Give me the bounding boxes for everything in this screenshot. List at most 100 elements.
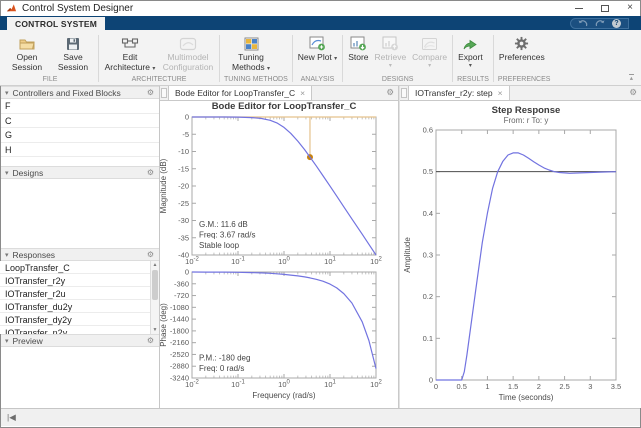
list-item[interactable]: IOTransfer_dy2y	[0, 313, 150, 326]
svg-text:P.M.: -180 deg: P.M.: -180 deg	[199, 354, 250, 363]
collapse-ribbon-icon[interactable]: ▴	[629, 74, 634, 82]
step-tab-strip: IOTransfer_r2y: step × ⚙	[400, 86, 641, 101]
tab-label: IOTransfer_r2y: step	[415, 88, 493, 98]
button-label: Edit Architecture	[105, 52, 150, 72]
dock-panels-icon[interactable]: |◀	[7, 412, 16, 423]
panel-collapse-icon[interactable]: ▾	[5, 251, 9, 259]
matlab-logo-icon	[6, 3, 17, 14]
scrollbar[interactable]: ▲ ▼	[150, 261, 159, 334]
gear-icon[interactable]: ⚙	[147, 251, 154, 259]
gear-icon[interactable]: ⚙	[147, 89, 154, 97]
preferences-button[interactable]: Preferences	[496, 32, 548, 63]
document-tile-icon[interactable]	[161, 88, 167, 98]
list-item[interactable]: LoopTransfer_C	[0, 261, 150, 274]
responses-list: LoopTransfer_C IOTransfer_r2y IOTransfer…	[0, 261, 159, 334]
panel-collapse-icon[interactable]: ▾	[5, 89, 9, 97]
retrieve-button[interactable]: Retrieve ▾	[372, 32, 410, 69]
designs-list	[0, 179, 159, 248]
panel-header-responses[interactable]: ▾ Responses ⚙	[0, 248, 159, 261]
panel-header-preview[interactable]: ▾ Preview ⚙	[0, 334, 159, 347]
svg-text:0.4: 0.4	[423, 209, 433, 218]
dropdown-icon: ▾	[152, 66, 155, 72]
export-icon	[462, 34, 478, 53]
gear-icon[interactable]: ⚙	[147, 337, 154, 345]
button-label: Open Session	[12, 52, 42, 72]
svg-text:-2160: -2160	[170, 338, 189, 347]
list-item[interactable]: C	[0, 114, 159, 129]
dropdown-icon: ▾	[428, 63, 431, 69]
svg-text:0.5: 0.5	[456, 382, 466, 391]
step-response-plot[interactable]: 00.511.522.533.500.10.20.30.40.50.6Step …	[400, 101, 638, 408]
maximize-icon[interactable]	[601, 5, 609, 12]
list-item[interactable]: IOTransfer_r2y	[0, 274, 150, 287]
list-item[interactable]: IOTransfer_n2y	[0, 326, 150, 334]
svg-text:3: 3	[588, 382, 592, 391]
tab-label: Bode Editor for LoopTransfer_C	[175, 88, 295, 98]
ribbon-group-tuning-methods: Tuning Methods ▾ TUNING METHODS	[220, 32, 292, 85]
window-title: Control System Designer	[22, 3, 133, 14]
tuning-methods-button[interactable]: Tuning Methods ▾	[222, 32, 280, 72]
list-item[interactable]: F	[0, 99, 159, 114]
tuning-methods-icon	[244, 34, 259, 53]
ribbon-group-file: Open Session Save Session FILE	[2, 32, 98, 85]
redo-icon[interactable]	[595, 19, 605, 27]
panel-collapse-icon[interactable]: ▾	[5, 169, 9, 177]
list-item[interactable]: H	[0, 143, 159, 158]
scrollbar-thumb[interactable]	[152, 270, 158, 300]
panel-title: Designs	[13, 168, 44, 178]
quick-access-toolbar: ?	[570, 18, 629, 29]
help-icon[interactable]: ?	[612, 19, 621, 28]
group-label-designs: DESIGNS	[345, 76, 450, 85]
tab-step-response[interactable]: IOTransfer_r2y: step ×	[408, 86, 510, 100]
multimodel-configuration-button[interactable]: Multimodel Configuration	[159, 32, 217, 72]
scroll-up-icon[interactable]: ▲	[153, 261, 158, 269]
svg-text:From: r To: y: From: r To: y	[504, 116, 549, 125]
export-button[interactable]: Export ▾	[455, 32, 486, 69]
compare-button[interactable]: Compare ▾	[409, 32, 450, 69]
svg-text:Frequency (rad/s): Frequency (rad/s)	[252, 391, 315, 400]
undo-icon[interactable]	[578, 19, 588, 27]
edit-architecture-button[interactable]: Edit Architecture ▾	[101, 32, 159, 72]
close-icon[interactable]: ×	[627, 3, 633, 13]
tab-close-icon[interactable]: ×	[498, 88, 503, 98]
gear-icon[interactable]: ⚙	[382, 86, 398, 100]
group-label-file: FILE	[4, 76, 96, 85]
group-label-architecture: ARCHITECTURE	[101, 76, 217, 85]
button-label: Tuning Methods	[232, 52, 265, 72]
new-plot-button[interactable]: New Plot ▾	[295, 32, 340, 63]
step-response-pane: IOTransfer_r2y: step × ⚙ 00.511.522.533.…	[400, 86, 641, 408]
svg-text:0.3: 0.3	[423, 251, 433, 260]
status-bar: |◀	[0, 408, 641, 426]
list-item[interactable]: G	[0, 128, 159, 143]
tab-close-icon[interactable]: ×	[300, 88, 305, 98]
svg-text:0.2: 0.2	[423, 292, 433, 301]
panel-collapse-icon[interactable]: ▾	[5, 337, 9, 345]
svg-text:102: 102	[370, 380, 382, 390]
save-disk-icon	[66, 34, 80, 53]
list-item[interactable]: IOTransfer_r2u	[0, 287, 150, 300]
bode-phase-plot[interactable]: 10-210-11001011020-360-720-1080-1440-180…	[160, 101, 398, 408]
tab-control-system[interactable]: CONTROL SYSTEM	[7, 17, 105, 30]
open-session-button[interactable]: Open Session	[4, 32, 50, 72]
panel-title: Responses	[13, 250, 56, 260]
svg-text:2: 2	[537, 382, 541, 391]
minimize-icon[interactable]	[575, 8, 583, 9]
list-item[interactable]: IOTransfer_du2y	[0, 300, 150, 313]
panel-header-controllers[interactable]: ▾ Controllers and Fixed Blocks ⚙	[0, 86, 159, 99]
gear-icon[interactable]: ⚙	[625, 86, 641, 100]
panel-title: Preview	[13, 336, 43, 346]
svg-text:100: 100	[278, 380, 290, 390]
bode-tab-strip: Bode Editor for LoopTransfer_C × ⚙	[160, 86, 398, 101]
tab-bode-editor[interactable]: Bode Editor for LoopTransfer_C ×	[168, 86, 312, 100]
scroll-down-icon[interactable]: ▼	[153, 326, 158, 334]
group-label-results: RESULTS	[455, 76, 491, 85]
svg-text:-2520: -2520	[170, 350, 189, 359]
multimodel-configuration-icon	[179, 34, 197, 53]
ribbon-group-designs: Store Retrieve ▾ Compare ▾ DESIGNS	[343, 32, 452, 85]
document-tile-icon[interactable]	[401, 88, 407, 98]
store-button[interactable]: Store	[345, 32, 371, 63]
svg-text:-2880: -2880	[170, 362, 189, 371]
gear-icon[interactable]: ⚙	[147, 169, 154, 177]
panel-header-designs[interactable]: ▾ Designs ⚙	[0, 166, 159, 179]
save-session-button[interactable]: Save Session	[50, 32, 96, 72]
